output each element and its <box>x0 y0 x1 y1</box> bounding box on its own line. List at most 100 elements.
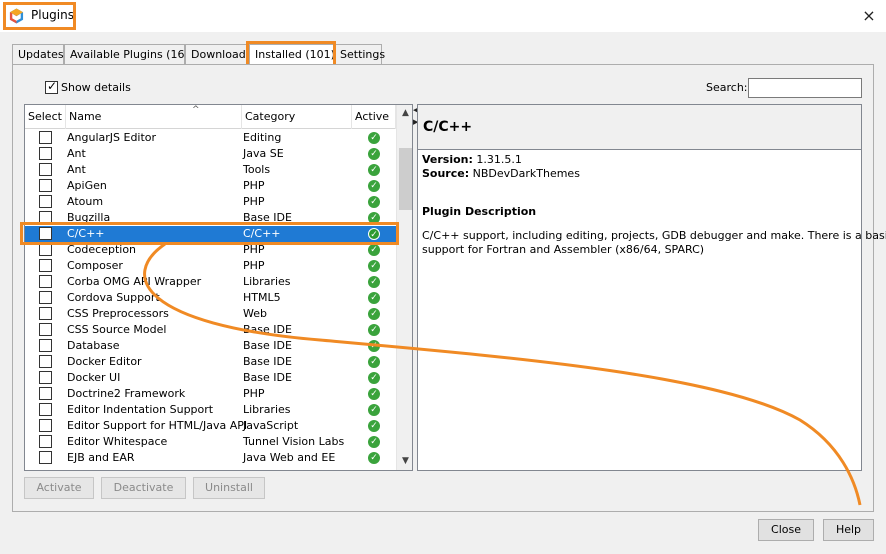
column-header-active[interactable]: Active <box>352 105 396 129</box>
scroll-thumb[interactable] <box>399 148 412 210</box>
active-check-icon: ✓ <box>368 244 380 256</box>
plugin-category: PHP <box>243 259 265 272</box>
search-input[interactable] <box>748 78 862 98</box>
plugin-name: Editor Indentation Support <box>67 403 214 416</box>
table-body: AngularJS Editor Editing ✓ Ant Java SE ✓ Ant To… <box>25 130 396 466</box>
plugin-name: Atoum <box>67 195 104 208</box>
column-header-category[interactable]: Category <box>242 105 352 129</box>
active-check-icon: ✓ <box>368 372 380 384</box>
tab-settings[interactable]: Settings <box>334 44 385 65</box>
table-row[interactable]: Ant Tools ✓ <box>25 162 396 178</box>
active-check-icon: ✓ <box>368 260 380 272</box>
row-select-checkbox[interactable] <box>39 355 52 368</box>
row-select-checkbox[interactable] <box>39 371 52 384</box>
plugin-name: Docker Editor <box>67 355 142 368</box>
plugin-category: HTML5 <box>243 291 281 304</box>
plugin-details-panel: C/C++ Version: 1.31.5.1 Source: NBDevDar… <box>417 104 886 471</box>
tab-updates[interactable]: Updates <box>12 44 64 65</box>
table-row[interactable]: Docker Editor Base IDE ✓ <box>25 354 396 370</box>
row-select-checkbox[interactable] <box>39 195 52 208</box>
row-select-checkbox[interactable] <box>39 435 52 448</box>
plugin-category: Editing <box>243 131 282 144</box>
plugin-name: AngularJS Editor <box>67 131 157 144</box>
scroll-down-icon[interactable]: ▼ <box>397 453 412 470</box>
row-select-checkbox[interactable] <box>39 307 52 320</box>
plugin-name: Database <box>67 339 120 352</box>
column-header-name[interactable]: ^ Name <box>66 105 242 129</box>
table-row[interactable]: CSS Source Model Base IDE ✓ <box>25 322 396 338</box>
row-select-checkbox[interactable] <box>39 403 52 416</box>
plugin-category: PHP <box>243 179 265 192</box>
show-details-checkbox[interactable]: ✓ <box>45 79 58 94</box>
scroll-up-icon[interactable]: ▲ <box>397 105 412 122</box>
table-row[interactable]: AngularJS Editor Editing ✓ <box>25 130 396 146</box>
active-check-icon: ✓ <box>368 292 380 304</box>
active-check-icon: ✓ <box>368 308 380 320</box>
source-line: Source: NBDevDarkThemes <box>422 167 580 180</box>
row-select-checkbox[interactable] <box>39 259 52 272</box>
source-label: Source: <box>422 167 470 180</box>
active-check-icon: ✓ <box>368 148 380 160</box>
plugin-name: Doctrine2 Framework <box>67 387 186 400</box>
table-row[interactable]: Ant Java SE ✓ <box>25 146 396 162</box>
plugin-name: Cordova Support <box>67 291 160 304</box>
table-scrollbar[interactable]: ▲ ▼ <box>396 105 412 470</box>
uninstall-button[interactable]: Uninstall <box>193 477 265 499</box>
table-row[interactable]: Corba OMG API Wrapper Libraries ✓ <box>25 274 396 290</box>
close-window-icon[interactable]: × <box>858 6 880 26</box>
row-select-checkbox[interactable] <box>39 275 52 288</box>
row-select-checkbox[interactable] <box>39 387 52 400</box>
row-select-checkbox[interactable] <box>39 451 52 464</box>
plugin-name: Composer <box>67 259 123 272</box>
details-header: C/C++ <box>418 105 861 150</box>
plugin-category: PHP <box>243 387 265 400</box>
row-select-checkbox[interactable] <box>39 179 52 192</box>
plugin-name: CSS Preprocessors <box>67 307 169 320</box>
row-select-checkbox[interactable] <box>39 323 52 336</box>
table-row[interactable]: ApiGen PHP ✓ <box>25 178 396 194</box>
row-select-checkbox[interactable] <box>39 291 52 304</box>
plugin-category: Base IDE <box>243 323 292 336</box>
plugin-description-heading: Plugin Description <box>422 205 537 218</box>
plugin-category: PHP <box>243 195 265 208</box>
plugin-name: Editor Support for HTML/Java API <box>67 419 248 432</box>
row-select-checkbox[interactable] <box>39 419 52 432</box>
plugin-name: Ant <box>67 147 86 160</box>
version-line: Version: 1.31.5.1 <box>422 153 522 166</box>
plugins-table: Select ^ Name Category Active AngularJS … <box>24 104 413 471</box>
plugin-name: Docker UI <box>67 371 121 384</box>
active-check-icon: ✓ <box>368 388 380 400</box>
title-bar: Plugins × <box>0 0 886 32</box>
table-row[interactable]: Docker UI Base IDE ✓ <box>25 370 396 386</box>
table-row[interactable]: CSS Preprocessors Web ✓ <box>25 306 396 322</box>
source-value: NBDevDarkThemes <box>472 167 580 180</box>
active-check-icon: ✓ <box>368 356 380 368</box>
row-select-checkbox[interactable] <box>39 147 52 160</box>
close-button[interactable]: Close <box>758 519 814 541</box>
plugin-name: CSS Source Model <box>67 323 167 336</box>
row-select-checkbox[interactable] <box>39 163 52 176</box>
version-value: 1.31.5.1 <box>476 153 522 166</box>
row-select-checkbox[interactable] <box>39 131 52 144</box>
details-title: C/C++ <box>423 119 473 135</box>
tab-downloaded[interactable]: Downloaded <box>185 44 249 65</box>
plugin-name: Corba OMG API Wrapper <box>67 275 202 288</box>
table-row[interactable]: Composer PHP ✓ <box>25 258 396 274</box>
table-row[interactable]: Database Base IDE ✓ <box>25 338 396 354</box>
table-row[interactable]: Editor Indentation Support Libraries ✓ <box>25 402 396 418</box>
active-check-icon: ✓ <box>368 180 380 192</box>
table-row[interactable]: Cordova Support HTML5 ✓ <box>25 290 396 306</box>
row-select-checkbox[interactable] <box>39 339 52 352</box>
table-row[interactable]: Atoum PHP ✓ <box>25 194 396 210</box>
table-row[interactable]: Doctrine2 Framework PHP ✓ <box>25 386 396 402</box>
deactivate-button[interactable]: Deactivate <box>101 477 186 499</box>
tab-available-plugins[interactable]: Available Plugins (169) <box>64 44 196 65</box>
help-button[interactable]: Help <box>823 519 874 541</box>
table-row[interactable]: EJB and EAR Java Web and EE ✓ <box>25 450 396 466</box>
active-check-icon: ✓ <box>368 404 380 416</box>
column-header-select[interactable]: Select <box>25 105 66 129</box>
table-row[interactable]: Editor Support for HTML/Java API JavaScri… <box>25 418 396 434</box>
activate-button[interactable]: Activate <box>24 477 94 499</box>
title-highlight-annotation <box>3 2 76 30</box>
table-row[interactable]: Editor Whitespace Tunnel Vision Labs ✓ <box>25 434 396 450</box>
